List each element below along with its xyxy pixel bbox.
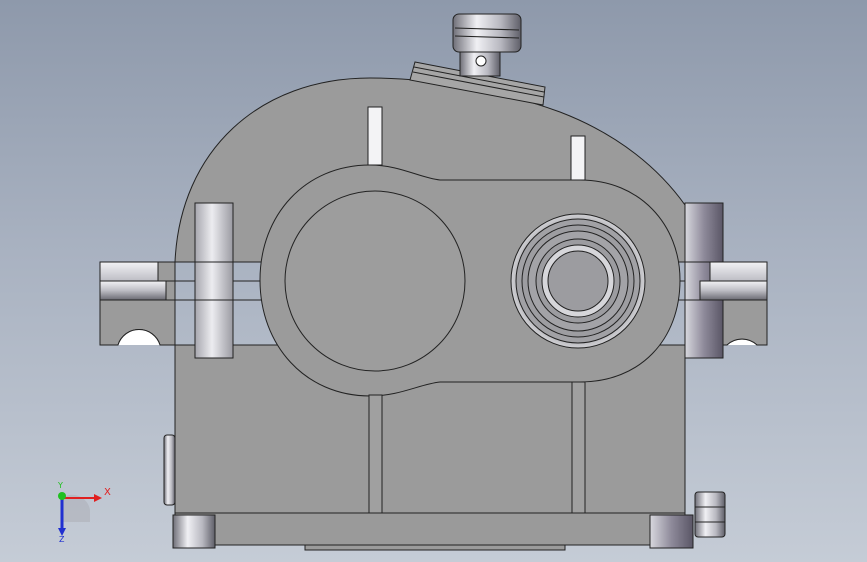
z-axis-label: Z (59, 535, 65, 544)
x-axis-label: X (104, 487, 111, 498)
dome-rib-left (367, 106, 383, 166)
right-flange-lower-bar (699, 280, 768, 301)
y-axis-dot (58, 492, 66, 500)
body-rib-right (571, 381, 586, 514)
right-foot-pad (649, 514, 694, 549)
body-rib-left (368, 394, 383, 514)
left-foot-pad (172, 514, 216, 549)
output-shaft-bearing (510, 213, 646, 349)
coordinate-triad: X Y Z (50, 480, 120, 550)
gearbox-model[interactable] (0, 0, 867, 562)
left-flange-lower-bar (99, 280, 167, 301)
drain-hex-nut (694, 491, 726, 538)
base-foot (174, 512, 686, 546)
y-axis-label: Y (58, 481, 63, 490)
left-drain-plug (163, 434, 176, 506)
large-bearing-cap (284, 190, 466, 372)
graphics-viewport[interactable]: X Y Z (0, 0, 867, 562)
left-bolt-boss (194, 202, 234, 359)
dome-rib-right (570, 135, 586, 181)
